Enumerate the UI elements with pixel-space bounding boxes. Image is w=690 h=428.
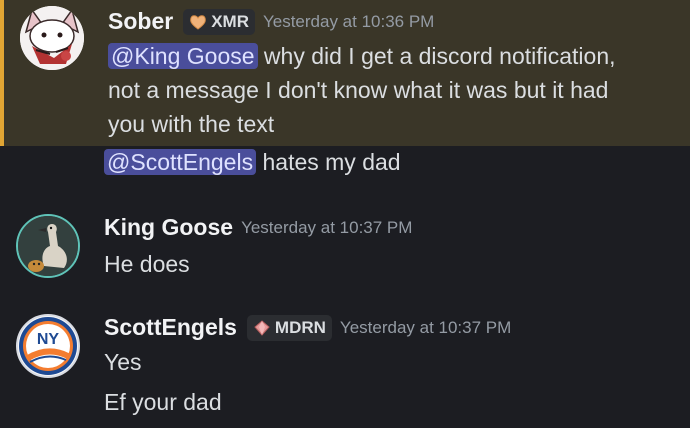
timestamp[interactable]: Yesterday at 10:37 PM	[241, 218, 412, 238]
message-line: not a message I don't know what it was b…	[108, 77, 609, 103]
avatar-sober[interactable]	[20, 6, 84, 70]
message-sober[interactable]: Sober XMR Yesterday at 10:36 PM @King Go…	[0, 0, 690, 146]
message-line: @King Goose why did I get a discord noti…	[108, 42, 616, 70]
avatar-king-goose[interactable]	[16, 214, 80, 278]
message-king-goose[interactable]: King Goose Yesterday at 10:37 PM He does	[0, 206, 690, 292]
cat-avatar-icon	[20, 6, 84, 70]
message-scott-engels[interactable]: NY ScottEngels MDRN Yesterday at 10:37 P…	[0, 306, 690, 428]
message-header: Sober XMR Yesterday at 10:36 PM	[108, 8, 434, 35]
goose-avatar-icon	[18, 216, 78, 276]
svg-text:NY: NY	[37, 331, 60, 348]
heart-icon	[190, 14, 206, 30]
message-line: He does	[104, 251, 190, 277]
timestamp[interactable]: Yesterday at 10:36 PM	[263, 12, 434, 32]
username[interactable]: ScottEngels	[104, 314, 237, 341]
chat-view: Sober XMR Yesterday at 10:36 PM @King Go…	[0, 0, 690, 428]
message-header: ScottEngels MDRN Yesterday at 10:37 PM	[104, 314, 511, 341]
message-header: King Goose Yesterday at 10:37 PM	[104, 214, 412, 241]
mention-king-goose[interactable]: @King Goose	[108, 43, 258, 69]
timestamp[interactable]: Yesterday at 10:37 PM	[340, 318, 511, 338]
avatar-scott-engels[interactable]: NY	[16, 314, 80, 378]
role-tag-label: XMR	[211, 11, 249, 31]
message-line: you with the text	[108, 111, 275, 137]
message-text: hates my dad	[256, 149, 401, 175]
role-tag[interactable]: XMR	[183, 8, 255, 35]
message-text: why did I get a discord notification,	[257, 43, 616, 69]
islanders-logo-icon: NY	[19, 317, 77, 375]
username[interactable]: King Goose	[104, 214, 233, 241]
message-continuation: @ScottEngels hates my dad	[104, 148, 401, 176]
role-tag[interactable]: MDRN	[246, 314, 332, 341]
gem-icon	[254, 319, 270, 336]
mention-scott-engels[interactable]: @ScottEngels	[104, 149, 257, 175]
message-line: Yes	[104, 349, 142, 375]
role-tag-label: MDRN	[274, 317, 326, 337]
username[interactable]: Sober	[108, 8, 173, 35]
message-line: Ef your dad	[104, 389, 222, 415]
